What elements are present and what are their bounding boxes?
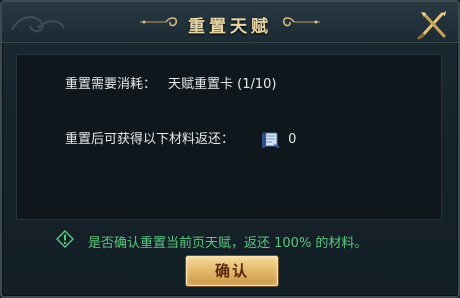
cost-label: 重置需要消耗： — [65, 77, 157, 92]
warning-icon — [56, 230, 74, 248]
return-label: 重置后可获得以下材料返还： — [65, 132, 235, 147]
confirm-message: 是否确认重置当前页天赋，返还 100% 的材料。 — [88, 236, 368, 251]
scroll-book-icon[interactable] — [260, 131, 282, 149]
title-ornament-right-icon — [282, 17, 320, 27]
cost-value: 天赋重置卡 (1/10) — [168, 77, 277, 92]
return-row: 重置后可获得以下材料返还： 0 — [65, 128, 296, 149]
dialog-title: 重置天赋 — [188, 17, 272, 37]
dialog-header: 重置天赋 — [2, 2, 458, 43]
confirm-button[interactable]: 确认 — [186, 256, 278, 286]
cost-row: 重置需要消耗： 天赋重置卡 (1/10) — [65, 73, 277, 92]
close-icon[interactable] — [416, 8, 450, 42]
reset-talent-dialog: 重置天赋 重置需要消耗： 天赋重置卡 (1/10) 重置后可获得以下材料返还： 0 — [0, 0, 460, 298]
content-panel: 重置需要消耗： 天赋重置卡 (1/10) 重置后可获得以下材料返还： 0 — [16, 54, 442, 220]
return-item-count: 0 — [288, 132, 297, 147]
